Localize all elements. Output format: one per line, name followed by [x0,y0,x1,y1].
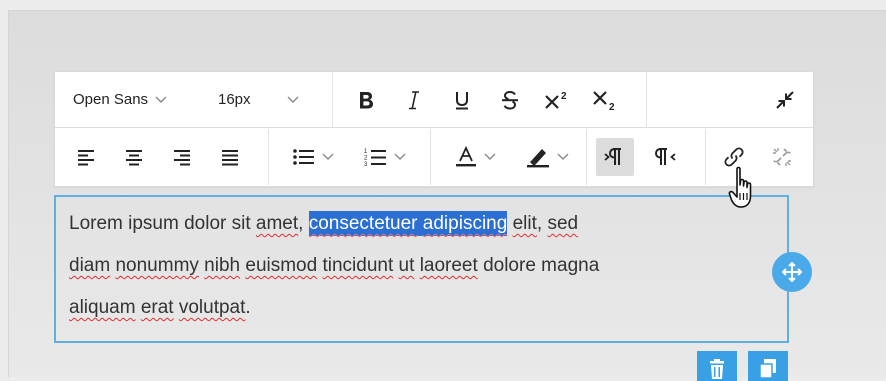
toolbar-divider [332,72,333,128]
misspelled-word: volutpat [178,297,246,318]
text-color-icon [456,146,476,167]
strikethrough-button[interactable] [492,82,528,118]
toolbar-divider [705,129,706,185]
align-left-button[interactable] [68,139,104,175]
toolbar-divider [586,129,587,185]
font-size-select[interactable]: 16px [218,91,299,108]
numbered-list-dropdown[interactable]: 1 2 3 [353,139,417,175]
toolbar-row-formatting: Open Sans 16px 2 2 [55,72,813,128]
misspelled-word: consectetuer [308,213,418,234]
text-color-dropdown[interactable] [445,139,505,175]
text-line: Lorem ipsum dolor sit amet, consectetuer… [69,203,779,245]
superscript-icon: 2 [545,91,567,109]
unlink-icon [773,148,791,166]
align-center-icon [126,150,142,166]
svg-text:2: 2 [364,156,368,162]
text-run: , [298,213,309,234]
ltr-direction-icon [604,148,621,165]
text-run: , [536,213,548,234]
subscript-button[interactable]: 2 [587,82,623,118]
chevron-down-icon [394,153,406,160]
underline-icon [456,92,468,110]
italic-button[interactable] [396,82,432,118]
toolbar-divider [646,72,647,128]
misspelled-word: aliquam [69,297,136,318]
svg-text:1: 1 [364,149,368,155]
font-family-select[interactable]: Open Sans [73,91,167,108]
svg-text:3: 3 [364,162,368,167]
misspelled-word: laoreet [419,255,478,276]
rtl-direction-icon [655,148,676,165]
trash-icon [710,359,724,379]
misspelled-word: ut [398,255,415,276]
toolbar-divider [268,129,269,185]
chevron-down-icon [287,96,299,103]
misspelled-word: nibh [204,255,241,276]
strikethrough-icon [502,90,518,110]
remove-link-button[interactable] [764,139,800,175]
rtl-direction-button[interactable] [648,139,684,175]
svg-text:2: 2 [561,91,567,102]
misspelled-word: elit [512,213,537,234]
svg-text:2: 2 [609,102,615,111]
text-editor-toolbar: Open Sans 16px 2 2 1 2 3 [54,71,814,187]
duplicate-icon [759,359,776,379]
align-left-icon [78,150,94,166]
ltr-direction-button[interactable] [596,138,634,176]
misspelled-word: diam [69,255,111,276]
toolbar-divider [430,129,431,185]
misspelled-word: adipiscing [422,213,508,234]
italic-icon [409,91,419,110]
align-right-button[interactable] [164,139,200,175]
bulleted-list-dropdown[interactable] [283,139,343,175]
text-block[interactable]: Lorem ipsum dolor sit amet, consectetuer… [54,195,789,343]
bold-icon [360,92,373,109]
align-center-button[interactable] [116,139,152,175]
misspelled-word: amet [255,213,299,234]
collapse-icon [776,91,794,109]
align-right-icon [174,150,190,166]
chevron-down-icon [155,96,167,103]
highlight-color-dropdown[interactable] [515,139,579,175]
misspelled-word: sed [547,213,579,234]
misspelled-word: nonummy [115,255,199,276]
misspelled-word: tincidunt [322,255,394,276]
chevron-down-icon [484,153,496,160]
selected-text: consectetuer adipiscing [308,211,508,236]
duplicate-block-button[interactable] [748,351,788,381]
text-line: aliquam erat volutpat. [69,287,779,329]
align-justify-button[interactable] [212,139,248,175]
misspelled-word: erat [140,297,174,318]
subscript-icon: 2 [593,91,615,111]
chevron-down-icon [322,153,334,160]
superscript-button[interactable]: 2 [539,82,575,118]
move-block-handle[interactable] [772,252,812,292]
text-run: dolore magna [477,255,600,276]
numbered-list-icon: 1 2 3 [364,149,386,167]
collapse-toolbar-button[interactable] [767,82,803,118]
align-justify-icon [222,150,238,166]
text-line: diam nonummy nibh euismod tincidunt ut l… [69,245,779,287]
text-run: Lorem ipsum dolor sit [69,213,256,234]
font-size-value: 16px [218,91,251,108]
delete-block-button[interactable] [697,351,737,381]
font-family-value: Open Sans [73,91,149,108]
link-icon [724,147,744,167]
bulleted-list-icon [293,149,314,165]
move-icon [781,261,803,283]
editor-content[interactable]: Lorem ipsum dolor sit amet, consectetuer… [69,203,779,329]
insert-link-button[interactable] [716,139,752,175]
bold-button[interactable] [348,82,384,118]
text-run: . [245,297,251,318]
misspelled-word: euismod [245,255,318,276]
highlight-icon [527,149,549,168]
toolbar-row-paragraph: 1 2 3 [55,129,813,185]
underline-button[interactable] [444,82,480,118]
chevron-down-icon [557,153,569,160]
